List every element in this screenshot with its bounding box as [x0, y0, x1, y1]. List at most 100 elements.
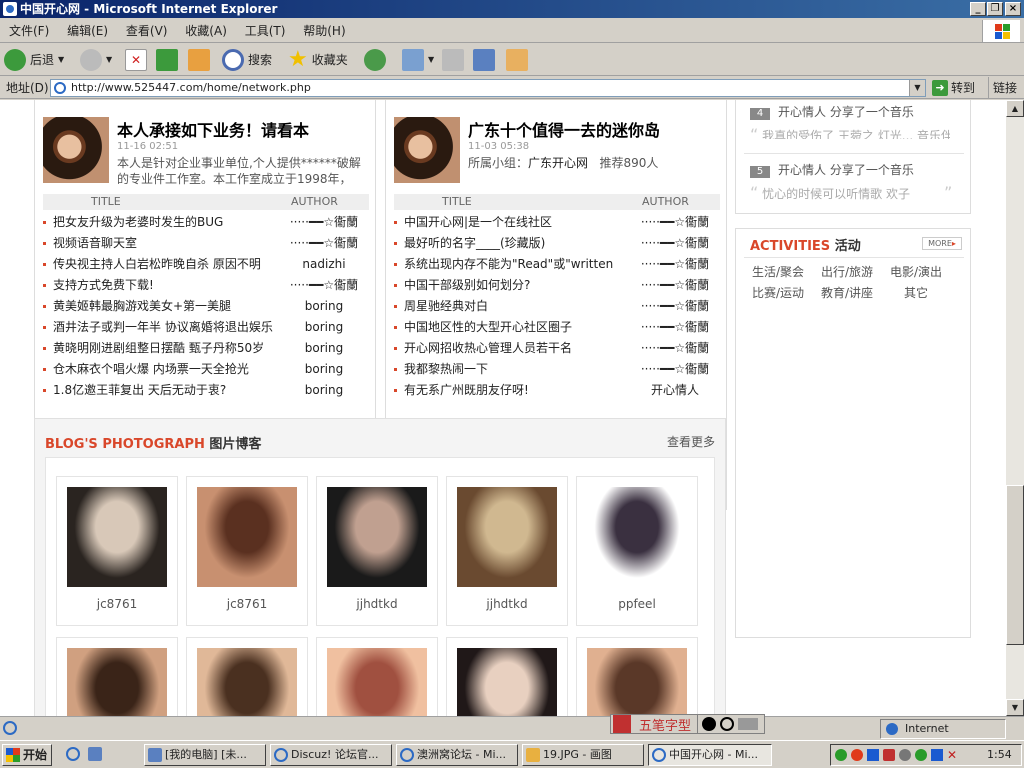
- disconnected-icon[interactable]: ✕: [947, 749, 959, 761]
- dropdown-arrow-icon[interactable]: ▼: [428, 47, 434, 73]
- history-button[interactable]: [364, 47, 386, 73]
- row-title[interactable]: 开心网招收热心管理人员若干名: [404, 338, 572, 359]
- row-author[interactable]: ·····━━☆衞蘭: [630, 212, 720, 233]
- ime-toolbar[interactable]: 五笔字型: [610, 714, 765, 734]
- activity-link[interactable]: 其它: [904, 284, 928, 301]
- row-title[interactable]: 有无系广州既朋友仔呀!: [404, 380, 529, 401]
- scroll-up-icon[interactable]: ▲: [1006, 100, 1024, 117]
- row-author[interactable]: nadizhi: [279, 254, 369, 275]
- row-title[interactable]: 系统出现内存不能为"Read"或"written: [404, 254, 613, 275]
- row-author[interactable]: boring: [279, 380, 369, 401]
- refresh-button[interactable]: [156, 47, 178, 73]
- activity-link[interactable]: 电影/演出: [890, 263, 942, 280]
- table-row[interactable]: 中国地区性的大型开心社区圈子 ·····━━☆衞蘭: [394, 317, 720, 338]
- table-row[interactable]: 酒井法子或判一年半 协议离婚将退出娱乐 boring: [43, 317, 369, 338]
- dropdown-arrow-icon[interactable]: ▼: [58, 47, 64, 73]
- home-button[interactable]: [188, 47, 210, 73]
- row-title[interactable]: 把女友升级为老婆时发生的BUG: [53, 212, 223, 233]
- task-my-computer[interactable]: [我的电脑] [未...: [144, 744, 266, 766]
- row-title[interactable]: 中国地区性的大型开心社区圈子: [404, 317, 572, 338]
- row-title[interactable]: 仓木麻衣个唱火爆 内场票一天全抢光: [53, 359, 249, 380]
- desktop-quicklaunch-icon[interactable]: [88, 747, 102, 761]
- menu-file[interactable]: 文件(F): [4, 19, 54, 43]
- row-author[interactable]: ·····━━☆衞蘭: [279, 212, 369, 233]
- activity-link[interactable]: 生活/聚会: [752, 263, 804, 280]
- row-author[interactable]: ·····━━☆衞蘭: [630, 317, 720, 338]
- row-author[interactable]: ·····━━☆衞蘭: [630, 254, 720, 275]
- photo-card[interactable]: [186, 637, 308, 716]
- group-link[interactable]: 广东开心网: [528, 156, 588, 170]
- task-forum[interactable]: 澳洲窝论坛 - Mi...: [396, 744, 518, 766]
- row-title[interactable]: 中国开心网|是一个在线社区: [404, 212, 552, 233]
- photo-card[interactable]: [576, 637, 698, 716]
- restore-button[interactable]: ❐: [987, 2, 1003, 16]
- table-row[interactable]: 中国开心网|是一个在线社区 ·····━━☆衞蘭: [394, 212, 720, 233]
- photo-thumbnail[interactable]: [587, 487, 687, 587]
- network-icon[interactable]: [835, 749, 847, 761]
- row-author[interactable]: ·····━━☆衞蘭: [630, 296, 720, 317]
- photo-author[interactable]: jc8761: [57, 597, 177, 611]
- moon-icon[interactable]: [702, 717, 717, 731]
- row-author[interactable]: ·····━━☆衞蘭: [630, 338, 720, 359]
- row-title[interactable]: 我都黎热闹一下: [404, 359, 488, 380]
- photo-thumbnail[interactable]: [327, 487, 427, 587]
- photo-thumbnail[interactable]: [197, 648, 297, 716]
- row-title[interactable]: 1.8亿邀王菲复出 天后无动于衷?: [53, 380, 226, 401]
- update-icon[interactable]: [915, 749, 927, 761]
- row-title[interactable]: 周星驰经典对白: [404, 296, 488, 317]
- menu-edit[interactable]: 编辑(E): [62, 19, 113, 43]
- links-button[interactable]: 链接: [988, 77, 1017, 99]
- ime-mode-label[interactable]: 五笔字型: [633, 714, 699, 734]
- ie-quicklaunch-icon[interactable]: [66, 747, 80, 761]
- task-discuz[interactable]: Discuz! 论坛官...: [270, 744, 392, 766]
- task-kaixin[interactable]: 中国开心网 - Mi...: [648, 744, 772, 766]
- photo-thumbnail[interactable]: [197, 487, 297, 587]
- row-title[interactable]: 最好听的名字____(珍藏版): [404, 233, 545, 254]
- table-row[interactable]: 黄美姬韩最胸游戏美女+第一美腿 boring: [43, 296, 369, 317]
- vertical-scrollbar[interactable]: ▲ ▼: [1006, 100, 1024, 716]
- search-button[interactable]: 搜索: [222, 47, 272, 73]
- row-author[interactable]: boring: [279, 359, 369, 380]
- row-author[interactable]: ·····━━☆衞蘭: [630, 359, 720, 380]
- menu-view[interactable]: 查看(V): [121, 19, 173, 43]
- table-row[interactable]: 中国干部级别如何划分? ·····━━☆衞蘭: [394, 275, 720, 296]
- row-title[interactable]: 传央视主持人白岩松昨晚自杀 原因不明: [53, 254, 261, 275]
- url-input[interactable]: http://www.525447.com/home/network.php ▼: [50, 79, 926, 97]
- chevron-down-icon[interactable]: ▼: [909, 80, 925, 96]
- menu-favorites[interactable]: 收藏(A): [180, 19, 232, 43]
- photo-card[interactable]: jjhdtkd: [316, 476, 438, 626]
- photo-author[interactable]: jc8761: [187, 597, 307, 611]
- stop-button[interactable]: ✕: [125, 47, 147, 73]
- table-row[interactable]: 有无系广州既朋友仔呀! 开心情人: [394, 380, 720, 401]
- table-row[interactable]: 视频语音聊天室 ·····━━☆衞蘭: [43, 233, 369, 254]
- mail-button[interactable]: ▼: [402, 47, 434, 73]
- antivirus-icon[interactable]: [883, 749, 895, 761]
- menu-tools[interactable]: 工具(T): [240, 19, 291, 43]
- photo-card[interactable]: [316, 637, 438, 716]
- start-button[interactable]: 开始: [2, 744, 52, 766]
- activities-more-button[interactable]: MORE▸: [922, 237, 962, 250]
- activity-link[interactable]: 比赛/运动: [752, 284, 804, 301]
- qq-icon[interactable]: [851, 749, 863, 761]
- table-row[interactable]: 支持方式免费下载! ·····━━☆衞蘭: [43, 275, 369, 296]
- back-button[interactable]: 后退 ▼: [4, 47, 64, 73]
- table-row[interactable]: 我都黎热闹一下 ·····━━☆衞蘭: [394, 359, 720, 380]
- task-paint[interactable]: 19.JPG - 画图: [522, 744, 644, 766]
- table-row[interactable]: 1.8亿邀王菲复出 天后无动于衷? boring: [43, 380, 369, 401]
- feed-item[interactable]: 5 开心情人 分享了一个音乐: [750, 161, 914, 178]
- table-row[interactable]: 周星驰经典对白 ·····━━☆衞蘭: [394, 296, 720, 317]
- punctuation-icon[interactable]: [720, 717, 735, 731]
- table-row[interactable]: 开心网招收热心管理人员若干名 ·····━━☆衞蘭: [394, 338, 720, 359]
- go-button[interactable]: ➜ 转到: [932, 79, 975, 97]
- photo-card[interactable]: [446, 637, 568, 716]
- table-row[interactable]: 黄晓明刚进剧组整日摆酷 甄子丹称50岁 boring: [43, 338, 369, 359]
- row-title[interactable]: 视频语音聊天室: [53, 233, 137, 254]
- volume-icon[interactable]: [899, 749, 911, 761]
- post-title[interactable]: 本人承接如下业务！请看本: [117, 117, 373, 141]
- photo-card[interactable]: jjhdtkd: [446, 476, 568, 626]
- row-author[interactable]: boring: [279, 338, 369, 359]
- table-row[interactable]: 把女友升级为老婆时发生的BUG ·····━━☆衞蘭: [43, 212, 369, 233]
- row-title[interactable]: 中国干部级别如何划分?: [404, 275, 530, 296]
- feed-item[interactable]: 4 开心情人 分享了一个音乐: [750, 103, 914, 120]
- row-author[interactable]: boring: [279, 296, 369, 317]
